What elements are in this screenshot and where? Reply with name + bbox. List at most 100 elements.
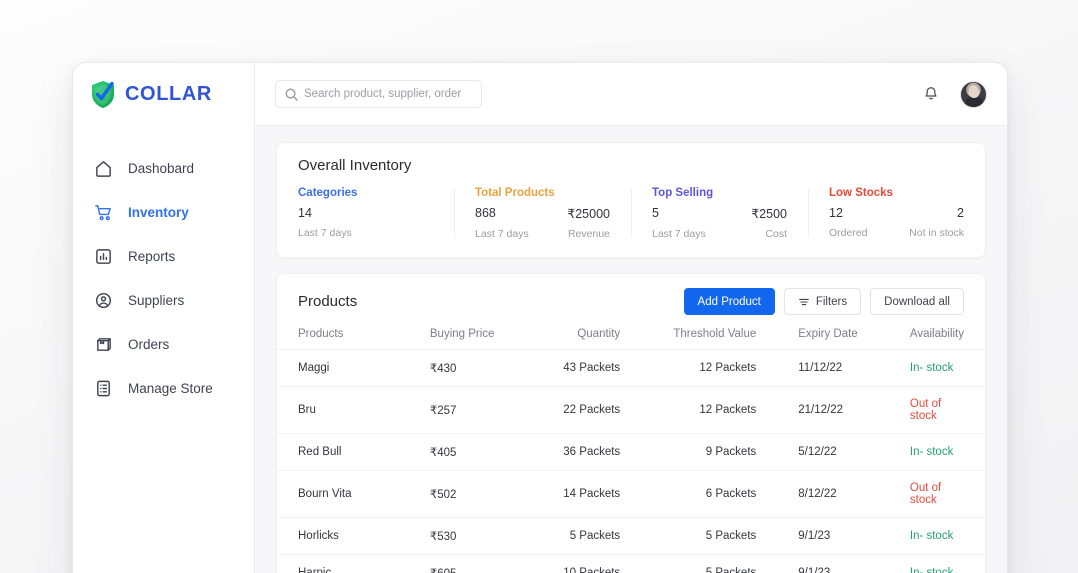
column-header-quantity[interactable]: Quantity <box>527 328 641 350</box>
status-badge: In- stock <box>888 349 985 387</box>
filter-icon <box>798 296 810 308</box>
sidebar-item-inventory[interactable]: Inventory <box>73 190 254 234</box>
cell-product: Horlicks <box>277 517 409 555</box>
brand-name: COLLAR <box>125 83 212 105</box>
filters-button[interactable]: Filters <box>783 288 862 315</box>
cell-expiry: 9/1/23 <box>777 554 889 573</box>
cell-price: ₹257 <box>408 386 528 434</box>
stat-primary-value: 12 <box>829 206 843 220</box>
store-list-icon <box>94 379 113 398</box>
stat-primary-value: 868 <box>475 206 496 220</box>
filters-label: Filters <box>815 295 848 308</box>
cell-price: ₹430 <box>408 349 528 387</box>
cell-product: Harpic <box>277 554 409 573</box>
cell-expiry: 11/12/22 <box>777 349 889 387</box>
stat-primary-sub: Last 7 days <box>652 228 706 240</box>
bar-chart-icon <box>94 247 113 266</box>
column-header-threshold-value[interactable]: Threshold Value <box>641 328 777 350</box>
products-title: Products <box>298 293 358 310</box>
cell-threshold: 12 Packets <box>641 386 778 434</box>
content-area: Overall Inventory Categories 14 Last 7 d… <box>255 126 1007 573</box>
cell-quantity: 10 Packets <box>527 554 642 573</box>
products-table-body: Maggi ₹430 43 Packets 12 Packets 11/12/2… <box>277 349 985 573</box>
cell-price: ₹502 <box>408 470 528 518</box>
cell-threshold: 5 Packets <box>641 517 778 555</box>
status-badge: Out of stock <box>888 470 985 518</box>
sidebar-item-label: Reports <box>128 248 176 264</box>
products-table: Products Buying Price Quantity Threshold… <box>277 328 985 573</box>
user-circle-icon <box>94 291 113 310</box>
status-badge: In- stock <box>888 554 985 573</box>
sidebar-item-manage-store[interactable]: Manage Store <box>73 366 254 410</box>
stat-secondary-value: 2 <box>957 206 964 220</box>
stat-low-stocks: Low Stocks 12 2 Ordered Not in stock <box>808 187 985 240</box>
stat-label: Low Stocks <box>829 187 893 199</box>
stat-primary-sub: Last 7 days <box>298 227 352 239</box>
status-badge: In- stock <box>888 433 985 471</box>
sidebar-item-label: Inventory <box>128 204 189 220</box>
column-header-expiry-date[interactable]: Expiry Date <box>777 328 889 350</box>
inventory-cart-icon <box>94 203 113 222</box>
stat-primary-sub: Ordered <box>829 227 868 239</box>
download-all-button[interactable]: Download all <box>870 288 964 315</box>
stat-categories: Categories 14 Last 7 days <box>277 187 454 240</box>
stat-secondary-sub: Cost <box>765 228 787 240</box>
cell-price: ₹530 <box>408 517 528 555</box>
page-title: Overall Inventory <box>298 157 412 174</box>
table-row[interactable]: Harpic ₹605 10 Packets 5 Packets 9/1/23 … <box>277 554 985 573</box>
sidebar-item-orders[interactable]: Orders <box>73 322 254 366</box>
topbar <box>255 63 1007 126</box>
overall-inventory-card: Overall Inventory Categories 14 Last 7 d… <box>276 142 986 258</box>
table-row[interactable]: Horlicks ₹530 5 Packets 5 Packets 9/1/23… <box>277 517 985 555</box>
cell-threshold: 9 Packets <box>641 433 778 471</box>
stat-top-selling: Top Selling 5 ₹2500 Last 7 days Cost <box>631 187 808 240</box>
cell-quantity: 14 Packets <box>527 470 642 518</box>
cell-product: Bru <box>277 386 409 434</box>
stat-primary-sub: Last 7 days <box>475 228 529 240</box>
download-all-label: Download all <box>884 295 950 308</box>
cell-product: Maggi <box>277 349 409 387</box>
table-row[interactable]: Maggi ₹430 43 Packets 12 Packets 11/12/2… <box>277 349 985 387</box>
sidebar-item-reports[interactable]: Reports <box>73 234 254 278</box>
cell-quantity: 22 Packets <box>527 386 642 434</box>
status-badge: Out of stock <box>888 386 985 434</box>
status-badge: In- stock <box>888 517 985 555</box>
sidebar-item-label: Dashobard <box>128 160 195 176</box>
add-product-button[interactable]: Add Product <box>683 288 775 315</box>
sidebar-item-dashboard[interactable]: Dashobard <box>73 146 254 190</box>
table-row[interactable]: Bourn Vita ₹502 14 Packets 6 Packets 8/1… <box>277 470 985 518</box>
cell-price: ₹605 <box>408 554 528 573</box>
home-icon <box>94 159 113 178</box>
stat-total-products: Total Products 868 ₹25000 Last 7 days Reve… <box>454 187 631 240</box>
sidebar-item-label: Manage Store <box>128 380 213 396</box>
cell-product: Bourn Vita <box>277 470 409 518</box>
sidebar-item-suppliers[interactable]: Suppliers <box>73 278 254 322</box>
add-product-label: Add Product <box>697 295 761 308</box>
products-header: Products Add Product Filters Download al… <box>277 274 985 328</box>
products-table-head: Products Buying Price Quantity Threshold… <box>277 328 985 350</box>
column-header-buying-price[interactable]: Buying Price <box>409 328 527 350</box>
cell-quantity: 36 Packets <box>527 433 642 471</box>
app-window: COLLAR Dashobard Inventory Reports Suppl… <box>72 62 1008 573</box>
sidebar-nav: Dashobard Inventory Reports Suppliers Or… <box>73 126 254 410</box>
table-row[interactable]: Red Bull ₹405 36 Packets 9 Packets 5/12/… <box>277 433 985 471</box>
cell-price: ₹405 <box>408 433 528 471</box>
sidebar: COLLAR Dashobard Inventory Reports Suppl… <box>73 63 255 573</box>
bell-icon[interactable] <box>922 85 940 103</box>
avatar[interactable] <box>960 80 987 108</box>
stat-label: Categories <box>298 187 358 199</box>
cell-threshold: 6 Packets <box>641 470 778 518</box>
sidebar-item-label: Orders <box>128 336 170 352</box>
table-row[interactable]: Bru ₹257 22 Packets 12 Packets 21/12/22 … <box>277 386 985 434</box>
column-header-products[interactable]: Products <box>277 328 409 350</box>
column-header-availability[interactable]: Availability <box>889 328 985 350</box>
cell-expiry: 8/12/22 <box>777 470 889 518</box>
search-box[interactable] <box>275 80 482 108</box>
sidebar-item-label: Suppliers <box>128 292 185 308</box>
stat-secondary-sub: Revenue <box>567 228 610 240</box>
products-card: Products Add Product Filters Download al… <box>276 273 986 573</box>
search-input[interactable] <box>304 88 481 100</box>
brand: COLLAR <box>73 63 254 126</box>
cell-quantity: 5 Packets <box>527 517 642 555</box>
stat-secondary-value: ₹25000 <box>567 207 610 221</box>
